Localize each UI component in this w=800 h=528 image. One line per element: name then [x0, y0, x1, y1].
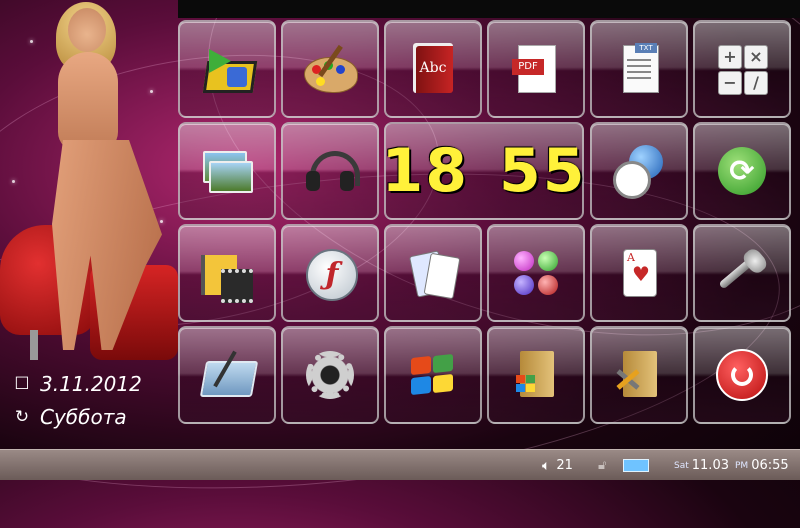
pdf-reader-tile[interactable]: PDF	[487, 20, 585, 118]
microphone-icon	[714, 245, 770, 301]
calculator-tile[interactable]: + × − /	[693, 20, 791, 118]
status-bar: 🔈︎ 21 🔓︎ Sat 11.03 PM 06:55	[0, 449, 800, 480]
settings-tile[interactable]	[281, 326, 379, 424]
text-file-icon: TXT	[611, 41, 667, 97]
paint-tile[interactable]	[281, 20, 379, 118]
battery-icon	[623, 459, 649, 472]
power-tile[interactable]	[693, 326, 791, 424]
calc-key: −	[718, 71, 742, 95]
music-player-tile[interactable]	[281, 122, 379, 220]
person-head-image	[68, 8, 106, 52]
sync-tile[interactable]: ⟳	[693, 122, 791, 220]
date-widget-date-row[interactable]: ☐ 3.11.2012	[14, 372, 142, 396]
pdf-icon: PDF	[508, 41, 564, 97]
date-text: 3.11.2012	[40, 372, 142, 396]
tools-tile[interactable]	[590, 326, 688, 424]
flash-player-tile[interactable]: ƒ	[281, 224, 379, 322]
sync-icon: ⟳	[714, 143, 770, 199]
media-library-tile[interactable]	[178, 224, 276, 322]
globe-clock-icon	[611, 143, 667, 199]
clock-hours: 18	[381, 136, 469, 206]
calc-key: ×	[744, 45, 768, 69]
balls-game-tile[interactable]	[487, 224, 585, 322]
explorer-tile[interactable]	[487, 326, 585, 424]
calc-key: +	[718, 45, 742, 69]
day-prefix: Sat	[674, 460, 689, 471]
solitaire-tile[interactable]: A ♥	[590, 224, 688, 322]
calc-key: /	[744, 71, 768, 95]
world-clock-tile[interactable]	[590, 122, 688, 220]
card-game-tile[interactable]	[384, 224, 482, 322]
app-launcher-grid: Abc PDF TXT + × − / 18 55 ⟳ ƒ A ♥	[178, 20, 800, 430]
video-player-tile[interactable]	[178, 20, 276, 118]
battery-indicator	[623, 450, 649, 481]
gallery-tile[interactable]	[178, 122, 276, 220]
status-clock[interactable]: Sat 11.03 PM 06:55	[674, 450, 789, 481]
gear-icon	[302, 347, 358, 403]
windows-tile[interactable]	[384, 326, 482, 424]
text-reader-tile[interactable]: TXT	[590, 20, 688, 118]
volume-indicator[interactable]: 🔈︎ 21	[542, 450, 573, 481]
chair-leg-image	[30, 330, 38, 360]
book-label: Abc	[413, 43, 453, 93]
folder-windows-icon	[508, 347, 564, 403]
power-icon	[714, 347, 770, 403]
clock-minutes: 55	[499, 136, 587, 206]
calendar-icon: ☐	[14, 374, 30, 394]
wallpaper-figure	[0, 0, 178, 370]
volume-value: 21	[556, 458, 573, 473]
clock-widget[interactable]: 18 55	[381, 122, 587, 220]
notes-film-icon	[199, 245, 255, 303]
dictionary-book-icon: Abc	[405, 41, 461, 97]
notepad-tile[interactable]	[178, 326, 276, 424]
heart-icon: ♥	[632, 262, 650, 286]
lock-icon: 🔓︎	[598, 458, 607, 473]
balls-icon	[508, 245, 564, 301]
dictionary-tile[interactable]: Abc	[384, 20, 482, 118]
refresh-icon: ↻	[14, 407, 30, 427]
video-player-icon	[199, 41, 258, 97]
pdf-label: PDF	[512, 59, 544, 75]
top-strip	[178, 0, 800, 18]
tablet-pen-icon	[199, 347, 259, 403]
voice-recorder-tile[interactable]	[693, 224, 791, 322]
txt-label: TXT	[635, 43, 657, 53]
ampm-label: PM	[734, 460, 749, 471]
weekday-text: Суббота	[40, 405, 127, 429]
flash-icon: ƒ	[302, 245, 358, 301]
person-body-image	[58, 52, 118, 152]
ace-of-hearts-icon: A ♥	[611, 245, 667, 301]
playing-cards-icon	[405, 245, 461, 301]
headphones-icon	[302, 143, 360, 199]
speaker-icon: 🔈︎	[542, 457, 551, 474]
status-date: 11.03	[691, 458, 729, 473]
status-time: 06:55	[751, 458, 789, 473]
date-widget-weekday-row[interactable]: ↻ Суббота	[14, 405, 127, 429]
windows-logo-icon	[405, 347, 461, 403]
photos-icon	[199, 143, 255, 199]
lock-indicator[interactable]: 🔓︎	[598, 450, 606, 481]
calculator-icon: + × − /	[714, 41, 770, 97]
folder-tools-icon	[611, 347, 667, 403]
palette-icon	[302, 41, 358, 97]
